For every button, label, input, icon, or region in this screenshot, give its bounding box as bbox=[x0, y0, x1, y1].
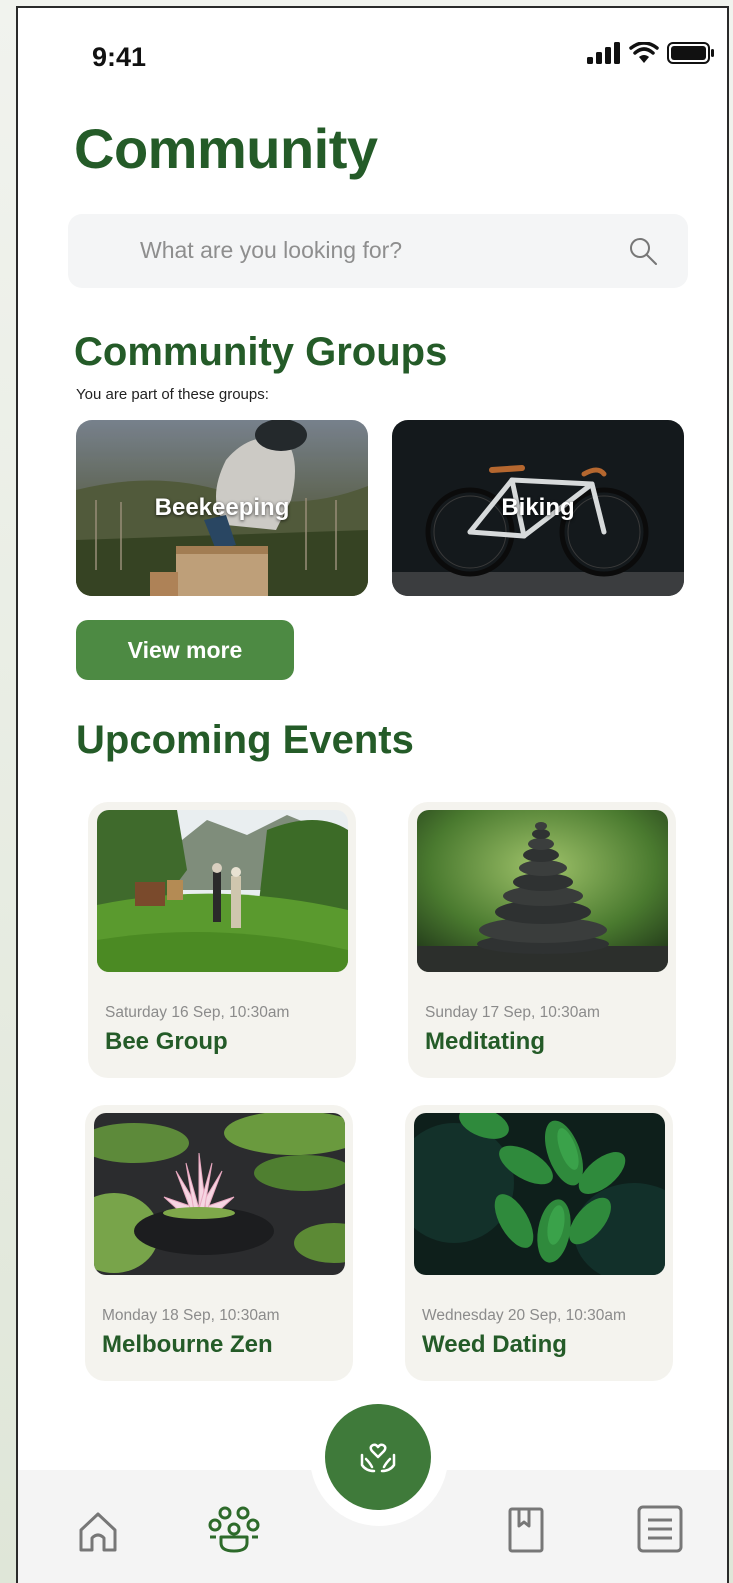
events-section-title: Upcoming Events bbox=[76, 718, 414, 762]
document-icon bbox=[637, 1505, 683, 1553]
group-card-biking[interactable]: Biking bbox=[392, 420, 684, 596]
status-time: 9:41 bbox=[92, 42, 147, 72]
event-image bbox=[94, 1113, 345, 1275]
event-card-meditating[interactable]: Sunday 17 Sep, 10:30am Meditating bbox=[408, 802, 676, 1078]
search-input[interactable]: What are you looking for? bbox=[140, 237, 402, 264]
weed-dating-image bbox=[414, 1113, 665, 1275]
bee-group-image bbox=[97, 810, 348, 972]
community-icon bbox=[208, 1506, 260, 1553]
view-more-button[interactable]: View more bbox=[76, 620, 294, 680]
bookmark-icon bbox=[508, 1507, 544, 1553]
nav-community[interactable] bbox=[204, 1500, 264, 1560]
group-card-beekeeping[interactable]: Beekeeping bbox=[76, 420, 368, 596]
page-title: Community bbox=[74, 117, 378, 180]
groups-subtitle: You are part of these groups: bbox=[76, 386, 269, 403]
event-card-weed-dating[interactable]: Wednesday 20 Sep, 10:30am Weed Dating bbox=[405, 1105, 673, 1381]
event-name: Meditating bbox=[425, 1028, 545, 1055]
event-name: Melbourne Zen bbox=[102, 1331, 273, 1358]
event-image bbox=[97, 810, 348, 972]
nav-documents[interactable] bbox=[632, 1500, 688, 1558]
event-card-melbourne-zen[interactable]: Monday 18 Sep, 10:30am Melbourne Zen bbox=[85, 1105, 353, 1381]
wifi-icon bbox=[629, 42, 659, 63]
hands-heart-icon bbox=[360, 1443, 396, 1473]
group-label: Beekeeping bbox=[154, 494, 290, 521]
nav-fab-button[interactable] bbox=[325, 1404, 431, 1510]
melbourne-zen-image bbox=[94, 1113, 345, 1275]
status-icons bbox=[587, 40, 715, 66]
search-bar[interactable]: What are you looking for? bbox=[68, 214, 688, 288]
event-date: Monday 18 Sep, 10:30am bbox=[102, 1307, 280, 1324]
meditating-image bbox=[417, 810, 668, 972]
event-image bbox=[417, 810, 668, 972]
phone-screen: 9:41 Community What are you looking for?… bbox=[16, 6, 729, 1583]
nav-home[interactable] bbox=[70, 1504, 126, 1560]
event-name: Weed Dating bbox=[422, 1331, 567, 1358]
event-name: Bee Group bbox=[105, 1028, 228, 1055]
signal-icon bbox=[587, 42, 620, 64]
event-date: Saturday 16 Sep, 10:30am bbox=[105, 1004, 290, 1021]
battery-icon bbox=[667, 42, 714, 64]
event-image bbox=[414, 1113, 665, 1275]
home-icon bbox=[79, 1512, 117, 1552]
event-date: Sunday 17 Sep, 10:30am bbox=[425, 1004, 600, 1021]
event-card-bee-group[interactable]: Saturday 16 Sep, 10:30am Bee Group bbox=[88, 802, 356, 1078]
event-date: Wednesday 20 Sep, 10:30am bbox=[422, 1307, 626, 1324]
group-label: Biking bbox=[501, 494, 575, 521]
groups-section-title: Community Groups bbox=[74, 330, 448, 374]
nav-bookmarks[interactable] bbox=[500, 1502, 552, 1558]
search-icon[interactable] bbox=[628, 236, 658, 266]
